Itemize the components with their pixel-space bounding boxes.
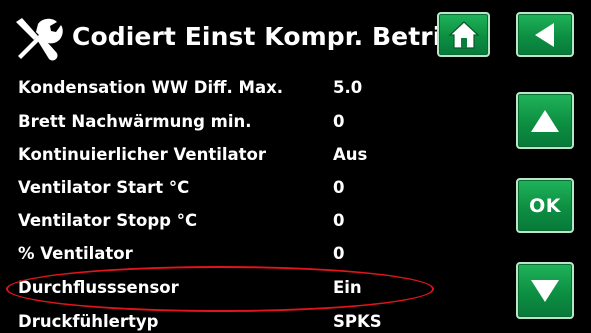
up-arrow-icon [531, 109, 559, 132]
settings-screen: Codiert Einst Kompr. Betrieb Kondensatio… [0, 0, 591, 333]
setting-row-druckfuehlertyp[interactable]: Druckfühlertyp SPKS [0, 308, 500, 333]
setting-label: Ventilator Start °C [18, 178, 190, 197]
setting-label: Kondensation WW Diff. Max. [18, 78, 283, 97]
page-title: Codiert Einst Kompr. Betrieb [72, 22, 477, 51]
setting-value: Aus [333, 145, 368, 164]
setting-row-prozent-ventilator[interactable]: % Ventilator 0 [0, 240, 500, 270]
setting-value: 0 [333, 178, 345, 197]
setting-label: % Ventilator [18, 244, 133, 263]
setting-row-ventilator-start[interactable]: Ventilator Start °C 0 [0, 174, 500, 204]
setting-row-ventilator-stopp[interactable]: Ventilator Stopp °C 0 [0, 207, 500, 237]
tools-icon [16, 18, 63, 61]
scroll-up-button[interactable] [516, 92, 574, 149]
ok-button[interactable]: OK [516, 178, 574, 233]
setting-row-durchflusssensor[interactable]: Durchflusssensor Ein [0, 274, 500, 304]
setting-label: Durchflusssensor [18, 278, 179, 297]
setting-label: Brett Nachwärmung min. [18, 112, 252, 131]
ok-button-label: OK [529, 194, 561, 217]
setting-label: Druckfühlertyp [18, 312, 159, 331]
down-arrow-icon [531, 279, 559, 302]
setting-value: SPKS [333, 312, 382, 331]
setting-label: Kontinuierlicher Ventilator [18, 145, 267, 164]
setting-value: 0 [333, 211, 345, 230]
home-button[interactable] [437, 12, 490, 57]
setting-row-kontinuierlicher-ventilator[interactable]: Kontinuierlicher Ventilator Aus [0, 141, 500, 171]
setting-label: Ventilator Stopp °C [18, 211, 198, 230]
back-button[interactable] [516, 12, 574, 57]
scroll-down-button[interactable] [516, 262, 574, 319]
setting-value: 5.0 [333, 78, 363, 97]
back-arrow-icon [535, 22, 554, 47]
setting-value: 0 [333, 244, 345, 263]
setting-value: Ein [333, 278, 362, 297]
setting-row-brett-nachwaermung-min[interactable]: Brett Nachwärmung min. 0 [0, 108, 500, 138]
setting-value: 0 [333, 112, 345, 131]
setting-row-kondensation-ww-diff-max[interactable]: Kondensation WW Diff. Max. 5.0 [0, 74, 500, 104]
header-bar: Codiert Einst Kompr. Betrieb [0, 0, 591, 74]
home-icon [447, 20, 480, 49]
